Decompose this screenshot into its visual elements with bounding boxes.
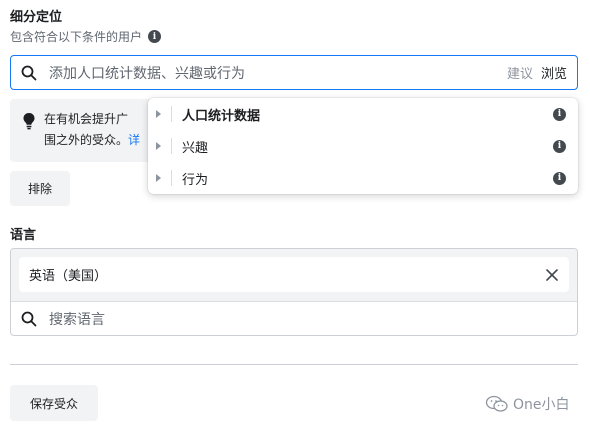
caret-right-icon[interactable]: [156, 142, 161, 150]
targeting-search-input[interactable]: 添加人口统计数据、兴趣或行为 建议 浏览: [10, 55, 578, 90]
language-selected-area: 英语（美国）: [11, 249, 577, 301]
dropdown-item-label[interactable]: 兴趣: [182, 137, 553, 156]
tip-link[interactable]: 详: [128, 133, 140, 147]
info-icon[interactable]: i: [553, 139, 566, 153]
search-placeholder[interactable]: 添加人口统计数据、兴趣或行为: [49, 63, 507, 83]
dropdown-item-interests[interactable]: 兴趣 i: [148, 130, 578, 162]
browse-dropdown: 人口统计数据 i 兴趣 i 行为 i: [148, 98, 578, 194]
language-title: 语言: [10, 228, 37, 243]
info-icon[interactable]: i: [553, 107, 566, 121]
exclude-button[interactable]: 排除: [10, 171, 70, 206]
browse-link[interactable]: 浏览: [541, 63, 567, 82]
dropdown-item-label[interactable]: 行为: [182, 169, 553, 188]
watermark-text: One小白: [513, 397, 570, 413]
language-chip: 英语（美国）: [19, 257, 569, 292]
tip-line-2: 围之外的受众。详: [44, 130, 140, 151]
watermark: One小白: [485, 394, 570, 414]
targeting-subtitle: 包含符合以下条件的用户 i: [10, 28, 162, 45]
language-box: 英语（美国） 搜索语言: [10, 248, 578, 336]
save-audience-button[interactable]: 保存受众: [10, 385, 98, 421]
language-chip-label: 英语（美国）: [29, 269, 108, 284]
targeting-title: 细分定位: [10, 10, 63, 25]
suggest-link[interactable]: 建议: [507, 63, 533, 82]
tip-line-1: 在有机会提升广: [44, 112, 129, 126]
caret-right-icon[interactable]: [156, 174, 161, 182]
tip-box: 在有机会提升广 围之外的受众。详: [10, 99, 160, 162]
item-separator: [171, 170, 172, 186]
dropdown-item-label[interactable]: 人口统计数据: [182, 105, 553, 124]
tip-text: 在有机会提升广 围之外的受众。详: [44, 109, 140, 162]
caret-right-icon[interactable]: [156, 110, 161, 118]
info-icon[interactable]: i: [148, 30, 162, 43]
language-search-input[interactable]: 搜索语言: [11, 301, 577, 335]
search-icon: [21, 311, 37, 326]
divider: [10, 364, 578, 365]
info-icon[interactable]: i: [553, 171, 566, 185]
close-icon[interactable]: [545, 268, 559, 282]
item-separator: [171, 106, 172, 122]
language-search-placeholder[interactable]: 搜索语言: [49, 309, 105, 329]
search-icon: [21, 65, 37, 80]
wechat-icon: [485, 395, 508, 412]
dropdown-item-demographics[interactable]: 人口统计数据 i: [148, 98, 578, 130]
targeting-subtitle-text: 包含符合以下条件的用户: [10, 30, 143, 44]
tip-line-2-text: 围之外的受众。: [44, 133, 129, 147]
dropdown-item-behaviors[interactable]: 行为 i: [148, 162, 578, 194]
item-separator: [171, 138, 172, 154]
lightbulb-icon: [23, 113, 35, 130]
